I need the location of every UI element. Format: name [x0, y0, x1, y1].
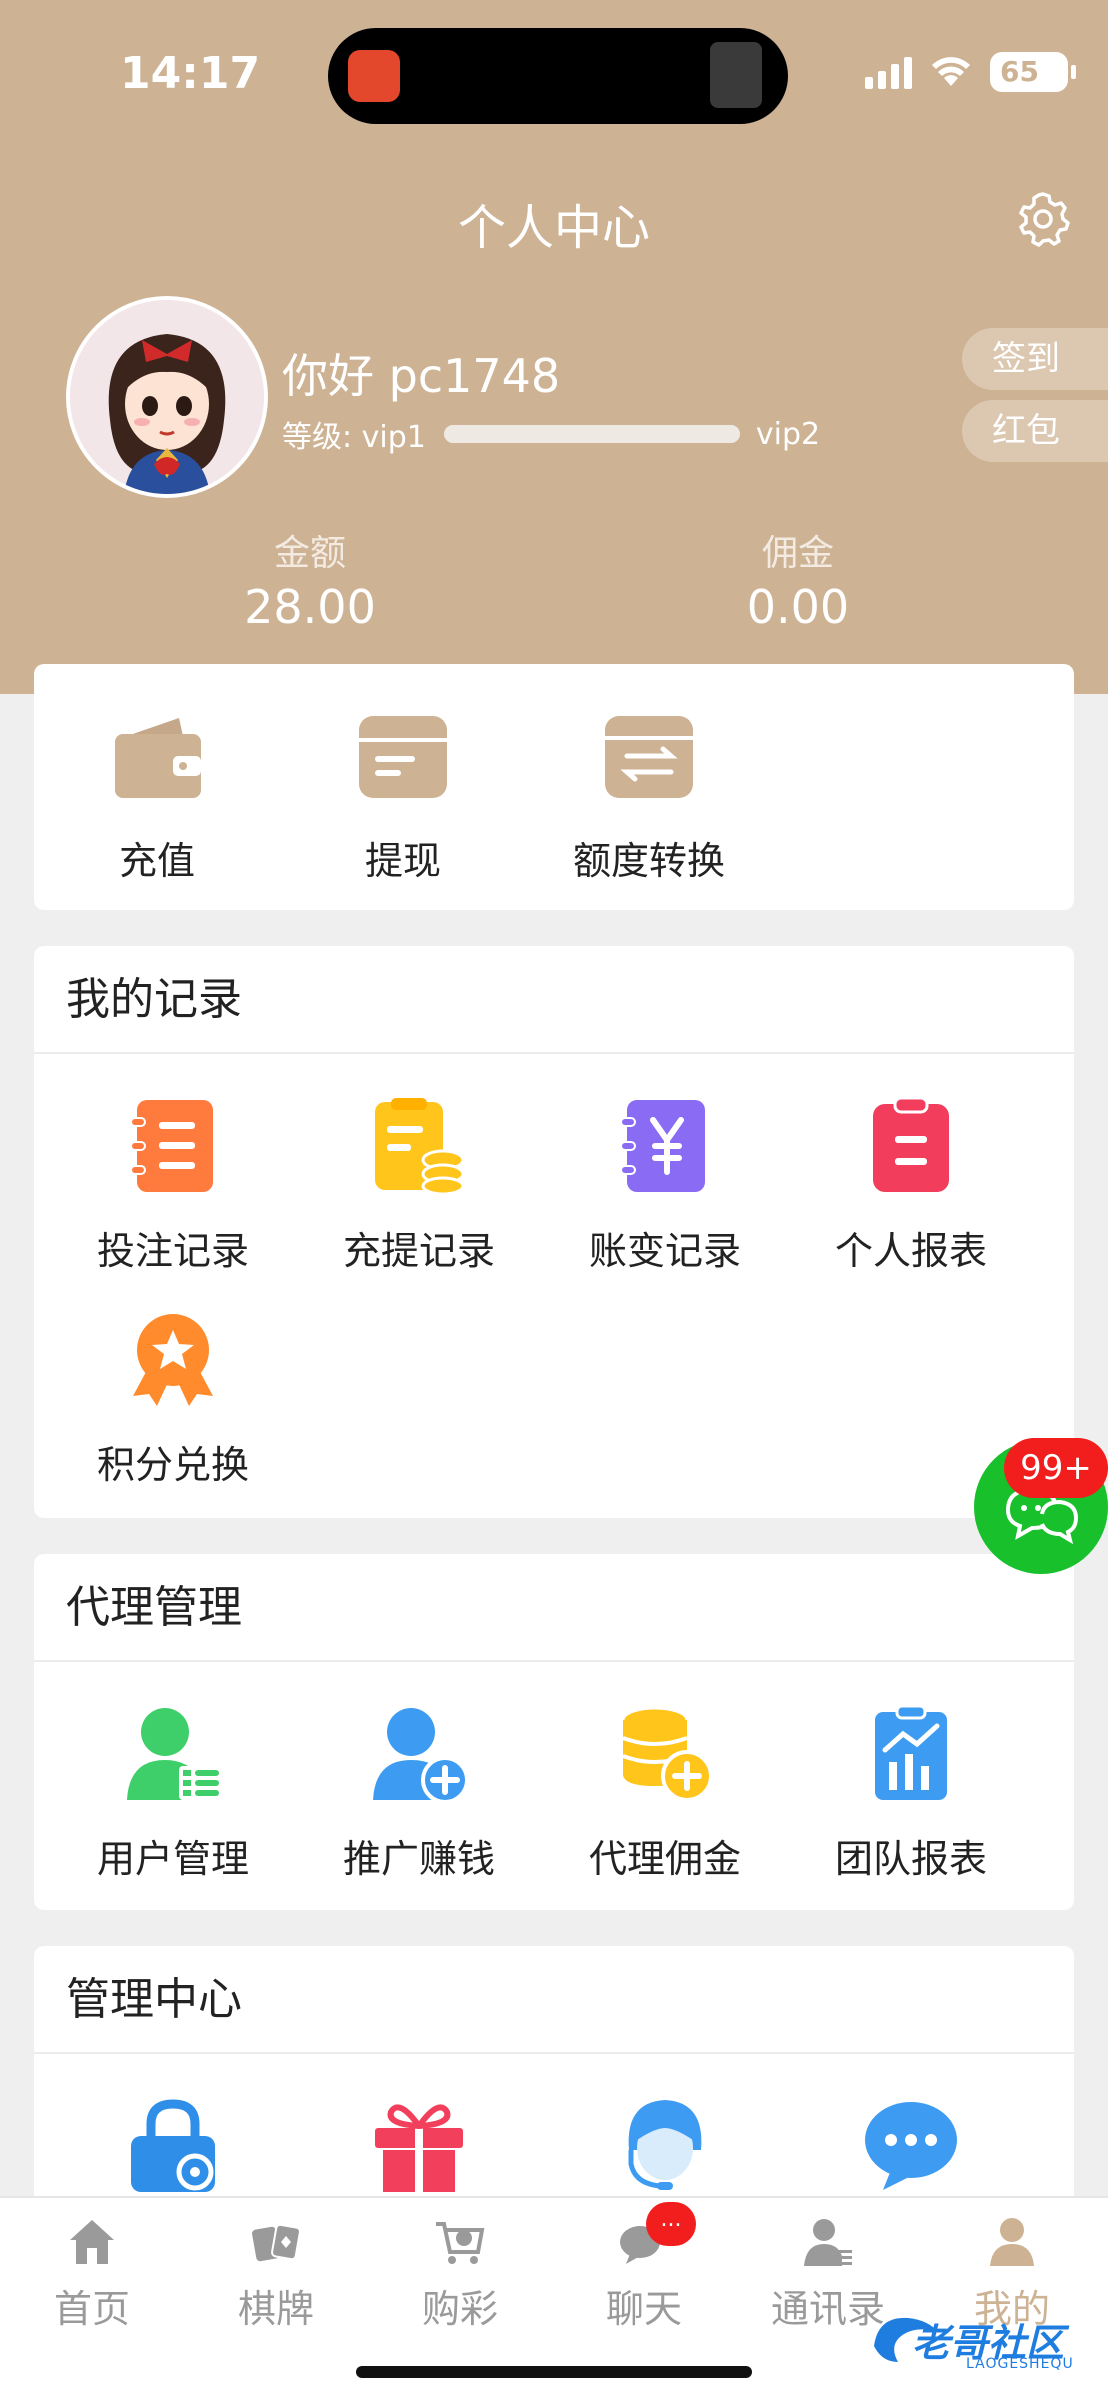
- user-manage-icon: [127, 1708, 221, 1800]
- tab-chat-label: 聊天: [605, 2287, 682, 2331]
- contacts-icon: [804, 2219, 852, 2266]
- promote-earn-button[interactable]: 推广赚钱: [296, 1704, 542, 1883]
- wallet-icon: [115, 718, 201, 798]
- transfer-icon: [605, 716, 693, 798]
- team-report-icon: [875, 1704, 947, 1800]
- dynamic-island: [328, 28, 788, 124]
- withdraw-label: 提现: [364, 839, 441, 883]
- media-thumbnail-icon: [710, 42, 762, 108]
- home-icon: [70, 2220, 114, 2264]
- battery-indicator: 65: [990, 52, 1076, 92]
- agent-card: 代理管理 用户管理 推广赚钱 代理佣金 团队报表: [34, 1554, 1074, 1910]
- tab-cards-label: 棋牌: [237, 2287, 314, 2331]
- commission-label: 佣金: [761, 533, 834, 574]
- medal-icon: [133, 1314, 213, 1406]
- deposit-record-icon: [375, 1098, 465, 1196]
- customer-service-icon: [628, 2100, 702, 2190]
- team-report-label: 团队报表: [834, 1837, 987, 1881]
- user-manage-button[interactable]: 用户管理: [50, 1704, 296, 1883]
- withdraw-button[interactable]: 提现: [280, 706, 526, 885]
- lock-settings-icon: [131, 2099, 215, 2192]
- personal-report-button[interactable]: 个人报表: [788, 1096, 1034, 1275]
- agent-title: 代理管理: [34, 1554, 1074, 1662]
- profile-icon: [990, 2218, 1034, 2266]
- commission-value: 0.00: [746, 580, 850, 634]
- yen-record-icon: [620, 1100, 705, 1192]
- transfer-button[interactable]: 额度转换: [526, 706, 772, 885]
- gift-icon: [375, 2104, 463, 2192]
- home-indicator: [356, 2366, 752, 2378]
- tab-lottery[interactable]: 购彩: [368, 2216, 552, 2333]
- level-progress-bar: [443, 425, 740, 443]
- tab-chat[interactable]: 聊天: [552, 2216, 736, 2333]
- tab-home-label: 首页: [53, 2287, 130, 2331]
- bet-record-label: 投注记录: [96, 1229, 249, 1273]
- balance-change-record-label: 账变记录: [588, 1229, 741, 1273]
- current-level: 等级: vip1: [282, 420, 426, 455]
- gift-button[interactable]: [296, 2094, 542, 2198]
- system-icons: 65: [865, 52, 1076, 92]
- cart-icon: [436, 2222, 485, 2264]
- deposit-label: 充值: [118, 839, 195, 883]
- points-exchange-label: 积分兑换: [96, 1443, 249, 1487]
- sign-in-button[interactable]: 签到: [962, 328, 1108, 390]
- page-title: 个人中心: [457, 200, 650, 256]
- records-title: 我的记录: [34, 946, 1074, 1054]
- add-user-icon: [373, 1708, 469, 1804]
- level-progress-row: 等级: vip1 vip2: [282, 412, 820, 456]
- records-card: 我的记录 投注记录 充提记录 账变记录 个人报表 积分兑换: [34, 946, 1074, 1518]
- card-icon: [359, 716, 447, 798]
- status-time: 14:17: [120, 48, 261, 99]
- report-icon: [873, 1096, 949, 1192]
- message-icon: [865, 2102, 957, 2190]
- agent-commission-button[interactable]: 代理佣金: [542, 1704, 788, 1883]
- gear-icon[interactable]: [1012, 188, 1074, 250]
- coins-icon: [621, 1706, 713, 1802]
- signal-icon: [865, 55, 912, 89]
- team-report-button[interactable]: 团队报表: [788, 1704, 1034, 1883]
- chat-unread-badge: 99+: [1004, 1438, 1108, 1498]
- next-level: vip2: [755, 416, 821, 452]
- chat-tab-badge: ...: [646, 2202, 696, 2246]
- messages-button[interactable]: [788, 2094, 1034, 2198]
- commission-block: 佣金 0.00: [648, 524, 948, 634]
- deposit-record-button[interactable]: 充提记录: [296, 1096, 542, 1275]
- wallet-card: 充值 提现 额度转换: [34, 664, 1074, 910]
- user-manage-label: 用户管理: [96, 1837, 249, 1881]
- status-bar: 14:17 65: [0, 0, 1108, 140]
- balance-change-record-button[interactable]: 账变记录: [542, 1096, 788, 1275]
- tab-cards[interactable]: 棋牌: [184, 2216, 368, 2333]
- points-exchange-button[interactable]: 积分兑换: [50, 1310, 296, 1489]
- red-packet-button[interactable]: 红包: [962, 400, 1108, 462]
- agent-commission-label: 代理佣金: [588, 1837, 741, 1881]
- app-activity-icon: [348, 50, 400, 102]
- cards-icon: [252, 2223, 301, 2262]
- tab-home[interactable]: 首页: [0, 2216, 184, 2333]
- watermark-logo: 老哥社区 LAOGESHEQU: [868, 2306, 1100, 2376]
- bet-record-button[interactable]: 投注记录: [50, 1096, 296, 1275]
- personal-report-label: 个人报表: [834, 1229, 987, 1273]
- balance-value: 28.00: [244, 580, 376, 634]
- greeting-text: 你好 pc1748: [282, 349, 561, 403]
- deposit-record-label: 充提记录: [342, 1229, 495, 1273]
- avatar[interactable]: [66, 296, 268, 498]
- bet-record-icon: [130, 1100, 213, 1192]
- watermark-subtext: LAOGESHEQU: [966, 2356, 1074, 2372]
- promote-earn-label: 推广赚钱: [342, 1837, 495, 1881]
- security-settings-button[interactable]: [50, 2094, 296, 2198]
- management-title: 管理中心: [34, 1946, 1074, 2054]
- wifi-icon: [932, 57, 970, 86]
- tab-lottery-label: 购彩: [421, 2287, 498, 2331]
- balance-label: 金额: [273, 533, 346, 574]
- balance-block: 金额 28.00: [160, 524, 460, 634]
- deposit-button[interactable]: 充值: [34, 706, 280, 885]
- customer-service-button[interactable]: [542, 2094, 788, 2198]
- transfer-label: 额度转换: [572, 839, 725, 883]
